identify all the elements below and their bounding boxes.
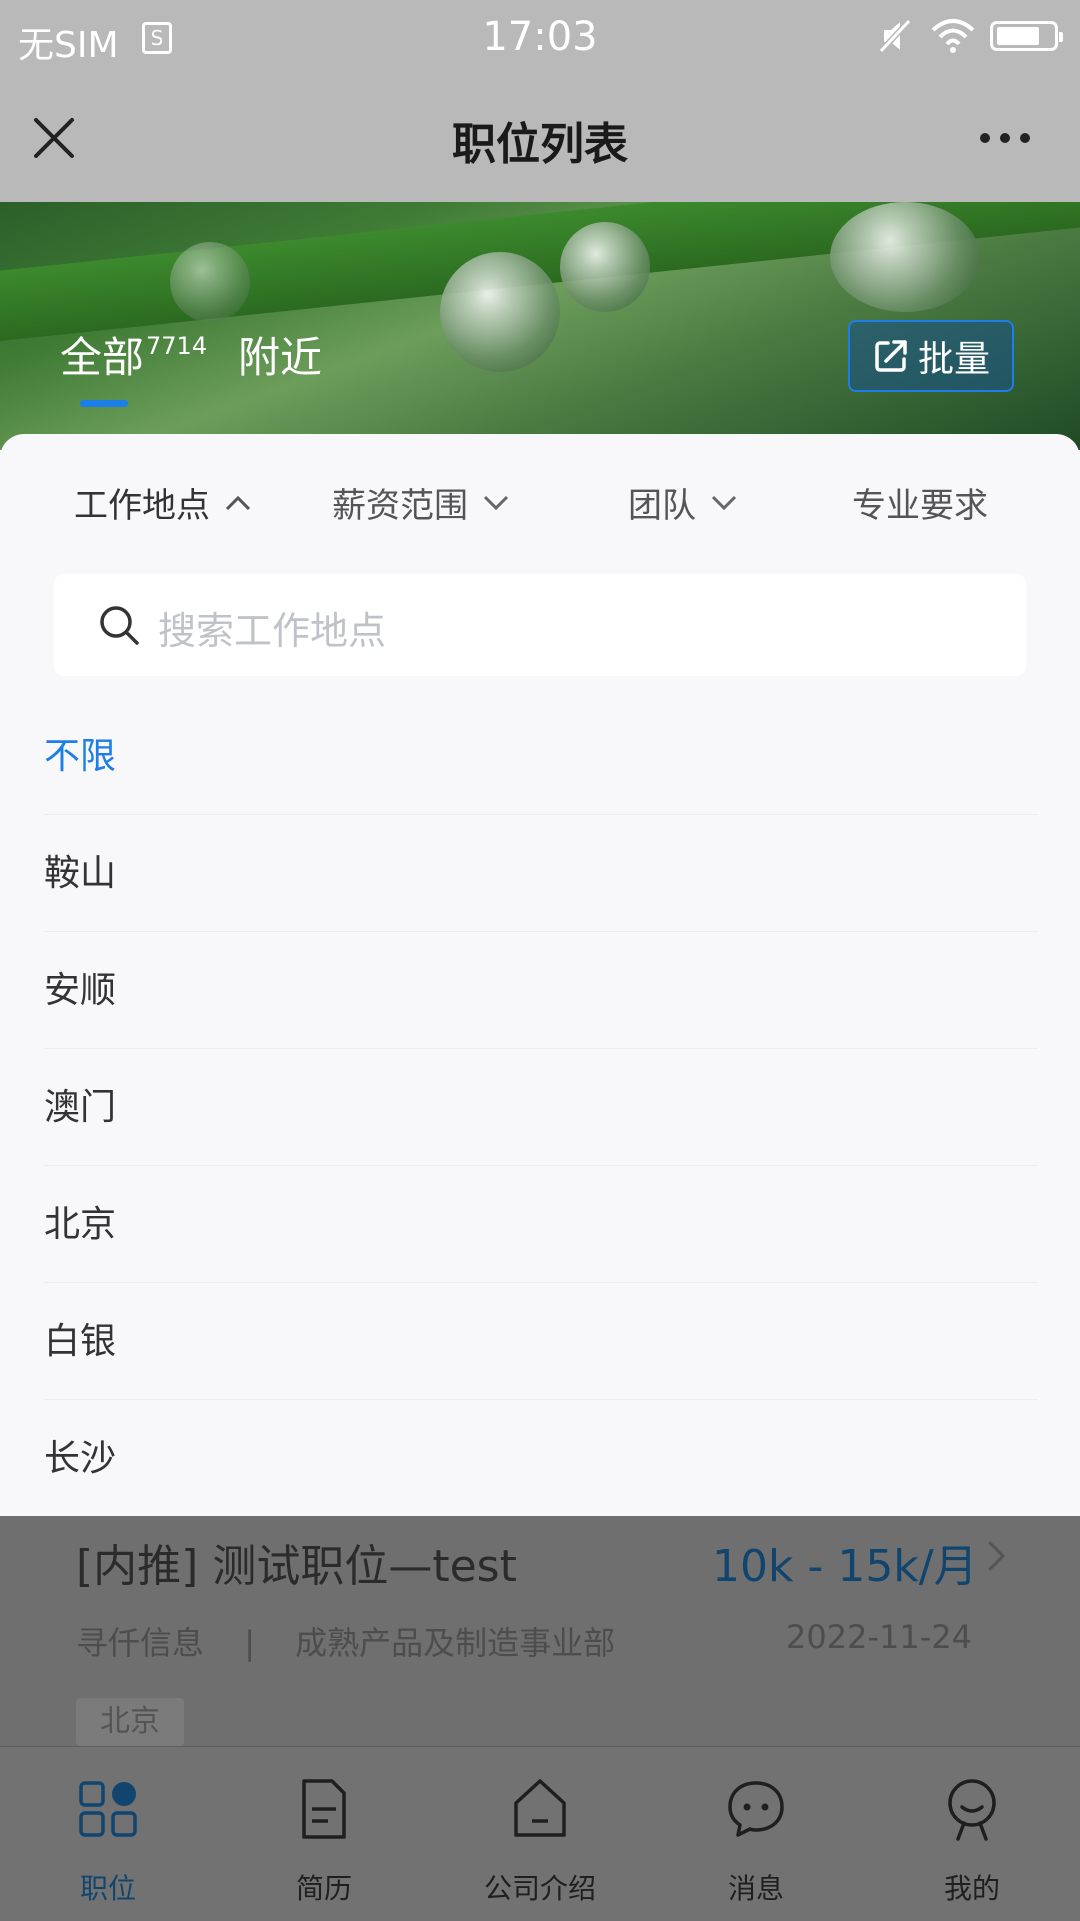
search-icon xyxy=(100,606,139,645)
tab-me[interactable]: 我的 xyxy=(864,1747,1080,1921)
page-title: 职位列表 xyxy=(452,119,628,170)
building-icon xyxy=(514,1779,566,1837)
document-icon xyxy=(302,1779,346,1839)
active-tab-indicator xyxy=(80,400,128,407)
location-option[interactable]: 安顺 xyxy=(44,932,1038,1049)
filter-salary-label: 薪资范围 xyxy=(332,486,468,526)
water-drop-decoration xyxy=(830,202,980,312)
location-list: 不限 鞍山 安顺 澳门 北京 白银 长沙 xyxy=(44,698,1038,1516)
chevron-right-icon xyxy=(987,1540,1006,1572)
tab-resume[interactable]: 简历 xyxy=(216,1747,432,1921)
tab-all-label: 全部 xyxy=(60,333,145,382)
location-option[interactable]: 鞍山 xyxy=(44,815,1038,932)
hero-banner: 全部7714 附近 批量 xyxy=(0,202,1080,450)
location-option[interactable]: 北京 xyxy=(44,1166,1038,1283)
tab-nearby[interactable]: 附近 xyxy=(238,324,322,385)
tab-jobs-label: 职位 xyxy=(79,1872,136,1905)
filter-team[interactable]: 团队 xyxy=(628,478,738,527)
grid-icon xyxy=(79,1781,137,1837)
chevron-down-icon xyxy=(483,495,509,510)
job-meta: 寻仟信息 | 成熟产品及制造事业部 xyxy=(76,1618,615,1664)
mute-icon xyxy=(878,18,912,54)
tab-all[interactable]: 全部7714 xyxy=(60,324,207,385)
batch-button[interactable]: 批量 xyxy=(848,320,1014,392)
tab-company[interactable]: 公司介绍 xyxy=(432,1747,648,1921)
batch-button-label: 批量 xyxy=(917,339,990,380)
profile-icon xyxy=(948,1779,996,1841)
filter-location-label: 工作地点 xyxy=(74,486,210,526)
clock: 17:03 xyxy=(482,14,598,60)
filter-major-label: 专业要求 xyxy=(852,486,988,526)
filter-location[interactable]: 工作地点 xyxy=(74,478,252,527)
water-drop-decoration xyxy=(170,242,250,322)
share-icon xyxy=(875,340,907,372)
job-company: 寻仟信息 xyxy=(76,1624,205,1662)
job-meta-separator: | xyxy=(244,1624,255,1662)
chevron-up-icon xyxy=(225,495,251,510)
tab-me-label: 我的 xyxy=(943,1872,1000,1905)
location-option[interactable]: 白银 xyxy=(44,1283,1038,1400)
tab-messages[interactable]: 消息 xyxy=(648,1747,864,1921)
tab-all-count: 7714 xyxy=(146,332,208,360)
tab-messages-label: 消息 xyxy=(727,1872,784,1905)
water-drop-decoration xyxy=(560,222,650,312)
tab-jobs[interactable]: 职位 xyxy=(0,1747,216,1921)
tab-company-label: 公司介绍 xyxy=(483,1872,596,1905)
filter-dropdown-sheet: 工作地点 薪资范围 团队 专业要求 搜索工作地点 不限 鞍山 安顺 澳门 北京 … xyxy=(0,434,1080,1516)
job-salary: 10k - 15k/月 xyxy=(712,1541,978,1592)
chat-bubble-icon xyxy=(728,1781,784,1837)
water-drop-decoration xyxy=(440,252,560,372)
more-icon[interactable] xyxy=(978,128,1032,148)
wifi-icon xyxy=(931,19,975,53)
filter-major[interactable]: 专业要求 xyxy=(852,478,988,527)
filter-bar: 工作地点 薪资范围 团队 专业要求 xyxy=(0,478,1080,538)
job-location-tag: 北京 xyxy=(76,1698,184,1746)
filter-team-label: 团队 xyxy=(628,486,696,526)
search-placeholder: 搜索工作地点 xyxy=(158,609,387,653)
location-search-field[interactable]: 搜索工作地点 xyxy=(54,574,1026,676)
location-option[interactable]: 不限 xyxy=(44,698,1038,815)
filter-salary[interactable]: 薪资范围 xyxy=(332,478,510,527)
tab-resume-label: 简历 xyxy=(295,1872,352,1905)
bottom-tab-bar: 职位 简历 公司介绍 消息 我的 xyxy=(0,1746,1080,1921)
chevron-down-icon xyxy=(711,495,737,510)
location-option[interactable]: 澳门 xyxy=(44,1049,1038,1166)
job-date: 2022-11-24 xyxy=(786,1618,972,1656)
location-option[interactable]: 长沙 xyxy=(44,1400,1038,1516)
status-bar: 无SIM S 17:03 xyxy=(0,0,1080,78)
battery-icon xyxy=(990,21,1063,51)
job-title: [内推] 测试职位—test xyxy=(76,1541,517,1592)
job-department: 成熟产品及制造事业部 xyxy=(295,1624,616,1662)
title-bar: 职位列表 xyxy=(0,78,1080,202)
